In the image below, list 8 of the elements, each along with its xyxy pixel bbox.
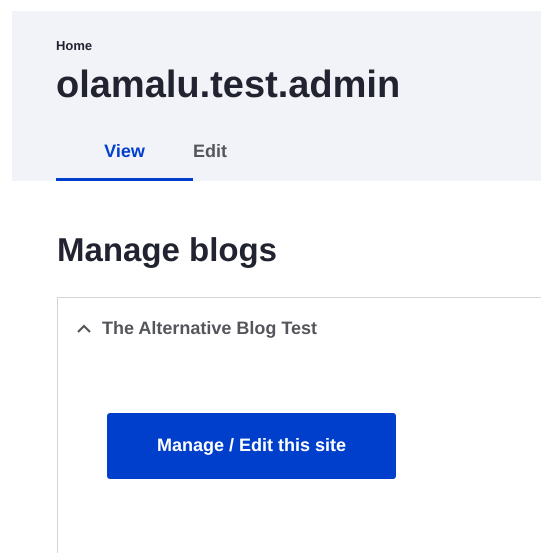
- chevron-icon: [76, 323, 92, 334]
- page-title: olamalu.test.admin: [56, 63, 402, 108]
- tab[interactable]: View: [56, 126, 193, 181]
- accordion-toggle[interactable]: The Alternative Blog Test: [58, 298, 318, 339]
- tab[interactable]: Edit: [193, 126, 227, 181]
- section-title: Manage blogs: [57, 230, 278, 269]
- breadcrumb-link[interactable]: Home: [56, 38, 92, 53]
- manage-site-button[interactable]: Manage / Edit this site: [107, 412, 396, 479]
